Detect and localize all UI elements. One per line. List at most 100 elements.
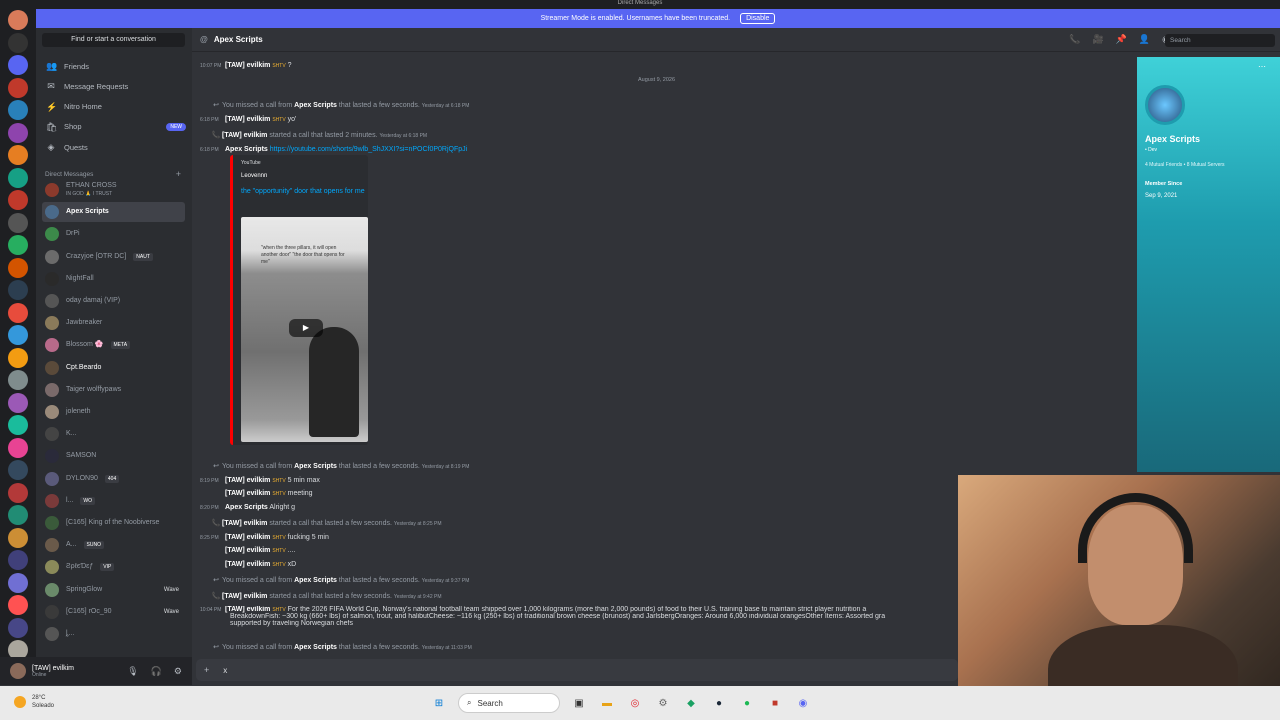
username[interactable]: [TAW] evilkim (225, 606, 270, 613)
dm-item[interactable]: joleneth (42, 402, 185, 422)
nav-shop[interactable]: 🛍 Shop NEW (46, 118, 186, 136)
dm-item[interactable]: Blossom 🌸 META (42, 335, 185, 355)
voice-call-icon[interactable]: 📞 (1069, 34, 1080, 45)
weather-widget[interactable]: 28°C Soleado (14, 694, 54, 710)
dm-item[interactable]: oday damaj (VIP) (42, 291, 185, 311)
username[interactable]: [TAW] evilkim (222, 593, 267, 600)
settings-icon[interactable]: ⚙ (654, 694, 672, 712)
server-icon[interactable] (8, 595, 28, 615)
username[interactable]: [TAW] evilkim (222, 132, 267, 139)
avatar[interactable] (10, 663, 26, 679)
server-icon[interactable] (8, 617, 28, 638)
task-view-icon[interactable]: ▣ (570, 694, 588, 712)
server-icon[interactable] (8, 347, 28, 368)
username[interactable]: [TAW] evilkim (225, 62, 270, 69)
message-input-value[interactable]: x (223, 666, 227, 675)
server-icon[interactable] (8, 190, 28, 210)
spotify-icon[interactable]: ● (738, 694, 756, 712)
embed-title[interactable]: the "opportunity" door that opens for me (241, 187, 366, 197)
server-icon[interactable] (8, 460, 28, 480)
server-icon[interactable] (8, 527, 28, 548)
username[interactable]: [TAW] evilkim (225, 490, 270, 497)
nav-quests[interactable]: ◈ Quests (46, 138, 186, 156)
dm-item[interactable]: A... SUNO (42, 535, 185, 555)
dm-item[interactable]: ETHAN CROSS IN GOD 🙏 I TRUST (42, 180, 185, 200)
username[interactable]: Apex Scripts (294, 102, 337, 109)
dm-item[interactable]: l... WO (42, 491, 185, 511)
dm-item[interactable]: ȴ... (42, 624, 185, 644)
dm-item[interactable]: Apex Scripts (42, 202, 185, 223)
server-icon[interactable] (8, 55, 28, 75)
message-input[interactable]: + x (196, 659, 958, 681)
username[interactable]: [TAW] evilkim (225, 477, 270, 484)
opera-icon[interactable]: ◎ (626, 694, 644, 712)
server-icon[interactable] (8, 370, 28, 390)
username[interactable]: [TAW] evilkim (222, 520, 267, 527)
server-icon[interactable] (8, 280, 28, 300)
dm-item[interactable]: Taiger wolffypaws (42, 380, 185, 400)
discord-icon[interactable]: ◉ (794, 694, 812, 712)
dm-item[interactable]: [C165] rOc_90 Wave (42, 602, 185, 622)
dm-item[interactable]: DYLON90 404 (42, 469, 185, 489)
mutual-info[interactable]: 4 Mutual Friends • 8 Mutual Servers (1145, 162, 1225, 168)
plus-icon[interactable]: + (204, 665, 209, 675)
username[interactable]: Apex Scripts (225, 146, 268, 153)
dm-item[interactable]: DrPi (42, 224, 185, 244)
add-friends-icon[interactable]: 👤 (1139, 34, 1150, 45)
discord-home-icon[interactable] (8, 10, 28, 30)
server-icon[interactable] (8, 145, 28, 165)
server-icon[interactable] (8, 235, 28, 255)
username[interactable]: [TAW] evilkim (225, 534, 270, 541)
microphone-icon[interactable]: 🎙 (127, 666, 138, 677)
search-input[interactable]: Search (1165, 34, 1275, 47)
video-thumbnail[interactable]: "when the three pillars, it will open an… (241, 217, 368, 442)
username[interactable]: Apex Scripts (294, 644, 337, 651)
username[interactable]: Apex Scripts (294, 463, 337, 470)
pin-icon[interactable]: 📌 (1116, 34, 1127, 45)
app-icon-red[interactable]: ■ (766, 694, 784, 712)
play-icon[interactable]: ▶ (289, 319, 323, 337)
dm-item[interactable]: Cpt.Beardo (42, 358, 185, 378)
embed-author[interactable]: Leovennn (241, 173, 267, 179)
server-icon[interactable] (8, 77, 28, 98)
server-icon[interactable] (8, 437, 28, 458)
server-icon[interactable] (8, 302, 28, 323)
steam-icon[interactable]: ● (710, 694, 728, 712)
file-explorer-icon[interactable]: ▬ (598, 694, 616, 712)
server-icon[interactable] (8, 550, 28, 570)
server-icon[interactable] (8, 572, 28, 593)
headphones-icon[interactable]: 🎧 (151, 666, 162, 677)
dm-item[interactable]: [C165] King of the Noobiverse (42, 513, 185, 533)
profile-avatar[interactable] (1145, 85, 1185, 125)
create-dm-icon[interactable]: + (176, 169, 181, 179)
server-icon[interactable] (8, 415, 28, 435)
nav-friends[interactable]: 👥 Friends (46, 57, 186, 75)
taskbar-search[interactable]: ⌕ Search (458, 693, 560, 713)
dm-item[interactable]: ƧρℓєƊɛƒ VIP (42, 557, 185, 577)
server-icon[interactable] (8, 392, 28, 413)
gear-icon[interactable]: ⚙ (174, 666, 182, 677)
username[interactable]: Apex Scripts (294, 577, 337, 584)
nav-nitro-home[interactable]: ⚡ Nitro Home (46, 98, 186, 116)
message-link[interactable]: https://youtube.com/shorts/9wlb_ShJXXI?s… (270, 146, 467, 153)
app-icon-green[interactable]: ◆ (682, 694, 700, 712)
server-icon[interactable] (8, 167, 28, 188)
profile-menu-icon[interactable]: ⋯ (1258, 62, 1266, 71)
username[interactable]: Apex Scripts (225, 504, 268, 511)
youtube-embed[interactable]: YouTube Leovennn the "opportunity" door … (230, 155, 368, 445)
server-icon[interactable] (8, 122, 28, 143)
dm-item[interactable]: SAMSON (42, 446, 185, 466)
server-icon[interactable] (8, 325, 28, 345)
username[interactable]: [TAW] evilkim (225, 561, 270, 568)
disable-streamer-mode-button[interactable]: Disable (740, 13, 776, 24)
dm-item[interactable]: NightFall (42, 269, 185, 289)
server-list[interactable] (0, 9, 36, 685)
server-icon[interactable] (8, 32, 28, 53)
username[interactable]: [TAW] evilkim (225, 547, 270, 554)
dm-item[interactable]: Crazyjoe [OTR DC] NAUT (42, 247, 185, 267)
server-icon[interactable] (8, 212, 28, 233)
server-icon[interactable] (8, 257, 28, 278)
server-icon[interactable] (8, 482, 28, 503)
dm-item[interactable]: SpringGlow Wave (42, 580, 185, 600)
windows-start-icon[interactable]: ⊞ (430, 694, 448, 712)
